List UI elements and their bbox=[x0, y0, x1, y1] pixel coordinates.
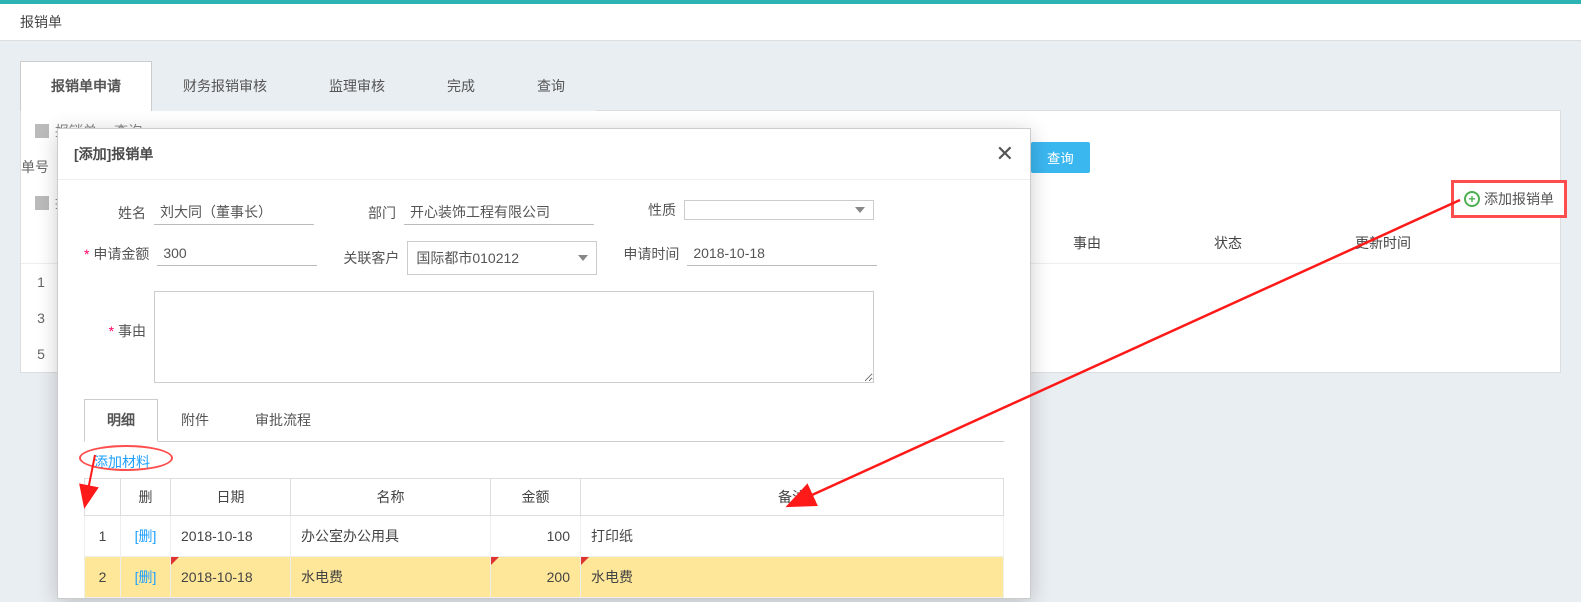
square-icon bbox=[35, 196, 49, 210]
nature-select[interactable] bbox=[684, 200, 874, 220]
time-label: 申请时间 bbox=[617, 244, 679, 264]
add-reimburse-modal: [添加]报销单 ✕ 姓名 部门 性质 申请金额 bbox=[57, 128, 1031, 599]
subtab-flow[interactable]: 审批流程 bbox=[232, 399, 334, 441]
cell-date[interactable]: 2018-10-18 bbox=[171, 516, 291, 557]
bg-row-num: 5 bbox=[21, 336, 61, 372]
cell-date[interactable]: 2018-10-18 bbox=[171, 557, 291, 598]
delete-link[interactable]: [删] bbox=[121, 516, 171, 557]
query-button[interactable]: 查询 bbox=[1031, 142, 1090, 173]
add-reimburse-button[interactable]: + 添加报销单 bbox=[1451, 180, 1567, 218]
detail-grid: 删 日期 名称 金额 备注 1[删]2018-10-18办公室办公用具100打印… bbox=[84, 478, 1004, 598]
reason-textarea[interactable] bbox=[154, 291, 874, 383]
chevron-down-icon bbox=[855, 207, 865, 213]
filter-label: 单号 bbox=[21, 157, 49, 177]
dept-field[interactable] bbox=[404, 200, 594, 225]
cell-name[interactable]: 水电费 bbox=[291, 557, 491, 598]
tab-finance[interactable]: 财务报销审核 bbox=[152, 61, 298, 111]
add-material-label: 添加材料 bbox=[94, 454, 150, 470]
page-title: 报销单 bbox=[0, 4, 1581, 41]
bg-col-status: 状态 bbox=[1202, 223, 1343, 264]
tab-done[interactable]: 完成 bbox=[416, 61, 506, 111]
cell-amount[interactable]: 100 bbox=[491, 516, 581, 557]
dept-label: 部门 bbox=[334, 203, 396, 223]
nature-label: 性质 bbox=[614, 200, 676, 220]
col-amount: 金额 bbox=[491, 479, 581, 516]
bg-row-num: 1 bbox=[21, 264, 61, 301]
bg-col-reason: 事由 bbox=[1061, 223, 1202, 264]
tab-supervise[interactable]: 监理审核 bbox=[298, 61, 416, 111]
amount-label: 申请金额 bbox=[84, 244, 149, 264]
table-row[interactable]: 2[删]2018-10-18水电费200水电费 bbox=[85, 557, 1004, 598]
col-date: 日期 bbox=[171, 479, 291, 516]
cell-remark[interactable]: 水电费 bbox=[581, 557, 1004, 598]
add-reimburse-label: 添加报销单 bbox=[1484, 189, 1554, 209]
customer-select[interactable]: 国际都市010212 bbox=[407, 241, 597, 275]
customer-label: 关联客户 bbox=[337, 248, 399, 268]
row-num: 2 bbox=[85, 557, 121, 598]
subtab-attach[interactable]: 附件 bbox=[158, 399, 232, 441]
tab-query[interactable]: 查询 bbox=[506, 61, 596, 111]
cell-remark[interactable]: 打印纸 bbox=[581, 516, 1004, 557]
col-remark: 备注 bbox=[581, 479, 1004, 516]
time-field[interactable] bbox=[687, 241, 877, 266]
cell-amount[interactable]: 200 bbox=[491, 557, 581, 598]
name-label: 姓名 bbox=[84, 203, 146, 223]
plus-circle-icon: + bbox=[1464, 191, 1480, 207]
col-del: 删 bbox=[121, 479, 171, 516]
amount-field[interactable] bbox=[157, 241, 317, 266]
name-field[interactable] bbox=[154, 200, 314, 225]
bg-row-num: 3 bbox=[21, 300, 61, 336]
square-icon bbox=[35, 124, 49, 138]
chevron-down-icon bbox=[578, 255, 588, 261]
cell-name[interactable]: 办公室办公用具 bbox=[291, 516, 491, 557]
tab-apply[interactable]: 报销单申请 bbox=[20, 61, 152, 111]
table-row[interactable]: 1[删]2018-10-18办公室办公用具100打印纸 bbox=[85, 516, 1004, 557]
delete-link[interactable]: [删] bbox=[121, 557, 171, 598]
col-name: 名称 bbox=[291, 479, 491, 516]
bg-col-updated: 更新时间 bbox=[1343, 223, 1560, 264]
add-material-link[interactable]: 添加材料 bbox=[84, 442, 160, 478]
close-icon[interactable]: ✕ bbox=[996, 141, 1014, 167]
modal-subtabs: 明细 附件 审批流程 bbox=[84, 399, 1004, 442]
customer-value: 国际都市010212 bbox=[416, 248, 519, 268]
row-num: 1 bbox=[85, 516, 121, 557]
main-tabs: 报销单申请 财务报销审核 监理审核 完成 查询 bbox=[20, 61, 1561, 111]
subtab-detail[interactable]: 明细 bbox=[84, 399, 158, 442]
modal-title: [添加]报销单 bbox=[74, 144, 153, 164]
reason-label: 事由 bbox=[84, 321, 146, 341]
